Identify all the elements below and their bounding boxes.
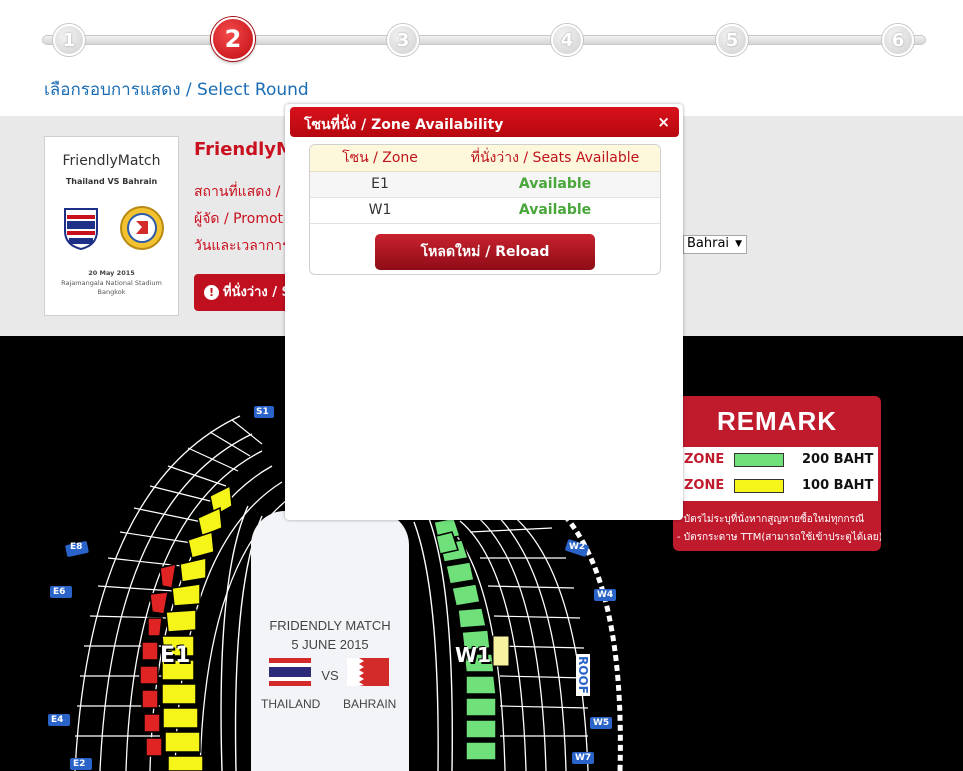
step-title: เลือกรอบการแสดง / Select Round [44,80,309,100]
zone-cell: W1 [310,197,450,224]
alert-icon: ! [204,285,219,300]
legend-price: 200 BAHT [802,452,874,467]
marker-w5: W5 [593,718,610,728]
zone-table: โซน / Zone ที่นั่งว่าง / Seats Available… [310,145,660,224]
team-left: THAILAND [261,697,321,711]
status-cell: Available [450,171,660,198]
venue-label: สถานที่แสดง / [194,184,281,200]
poster-venue-line: Bangkok [97,288,126,296]
zone-availability-modal: โซนที่นั่ง / Zone Availability × โซน / Z… [285,104,683,520]
poster-subtitle: Thailand VS Bahrain [65,177,158,186]
table-row[interactable]: W1 Available [310,197,660,224]
top-header: 1 2 3 4 5 6 เลือกรอบการแสดง / Select Rou… [0,0,963,116]
match-card: FRIDENDLY MATCH 5 JUNE 2015 VS THAILAND … [251,511,409,771]
match-date: 5 JUNE 2015 [291,637,369,652]
step-2-active[interactable]: 2 [211,17,255,61]
step-6[interactable]: 6 [882,24,914,56]
poster-title: FriendlyMatch [62,153,161,169]
thailand-crest-icon [64,208,98,251]
marker-e4: E4 [51,715,64,725]
poster-date: 20 May 2015 [88,269,135,277]
close-icon[interactable]: × [657,113,670,131]
marker-w4: W4 [597,590,614,600]
zone-e1-label[interactable]: E1 [160,643,190,668]
seats-available-button[interactable]: ! ที่นั่งว่าง / S [194,274,290,311]
poster-venue: Rajamangala National Stadium Bangkok [45,279,178,297]
table-header-row: โซน / Zone ที่นั่งว่าง / Seats Available [310,145,660,172]
step-4[interactable]: 4 [551,24,583,56]
round-select[interactable]: Bahrai ▼ [683,235,747,254]
marker-e2: E2 [73,759,86,769]
match-title: FRIDENDLY MATCH [269,618,391,633]
step-5[interactable]: 5 [716,24,748,56]
marker-s1: S1 [256,407,269,417]
seats-button-label: ที่นั่งว่าง / S [223,285,290,300]
roof-label: ROOF [576,654,590,696]
col-zone-header: โซน / Zone [310,145,450,172]
modal-header: โซนที่นั่ง / Zone Availability × [290,107,679,137]
zone-cell: E1 [310,171,450,198]
remark-note: - บัตรไม่ระบุที่นั่งหากสูญหายซื้อใหม่ทุก… [677,514,865,525]
zone-table-box: โซน / Zone ที่นั่งว่าง / Seats Available… [309,144,661,275]
bahrain-flag-icon [347,658,389,686]
remark-legend: REMARK ZONE 200 BAHT ZONE 100 BAHT - บัต… [673,396,881,551]
legend-price: 100 BAHT [802,478,874,493]
step-3[interactable]: 3 [387,24,419,56]
step-1[interactable]: 1 [53,24,85,56]
legend-zone: ZONE [684,478,725,493]
round-select-value: Bahrai [687,236,730,251]
event-poster: FriendlyMatch Thailand VS Bahrain 20 May… [44,136,179,316]
table-row[interactable]: E1 Available [310,171,660,198]
progress-track [42,35,926,45]
datetime-label: วันและเวลาการแ [194,238,299,254]
legend-row: ZONE 200 BAHT [682,447,878,473]
status-cell: Available [450,197,660,224]
poster-venue-line: Rajamangala National Stadium [61,279,162,287]
legend-swatch-yellow [734,479,784,493]
legend-row: ZONE 100 BAHT [682,473,878,499]
promoter-label: ผู้จัด / Promot [194,211,284,227]
marker-e8: E8 [70,542,83,552]
remark-title: REMARK [716,406,838,436]
legend-zone: ZONE [684,452,725,467]
team-right: BAHRAIN [343,697,397,711]
chevron-down-icon: ▼ [735,239,742,249]
marker-w2: W2 [569,542,586,552]
remark-note: - บัตรกระดาษ TTM(สามารถใช้เข้าประตูได้เล… [677,532,881,543]
zone-w1-label[interactable]: W1 [455,643,491,667]
legend-swatch-green [734,453,784,467]
bahrain-crest-icon [120,206,164,250]
marker-e6: E6 [53,587,66,597]
remark-price-table: ZONE 200 BAHT ZONE 100 BAHT [682,447,878,501]
marker-w7: W7 [575,753,592,763]
reload-button[interactable]: โหลดใหม่ / Reload [375,234,595,270]
modal-title: โซนที่นั่ง / Zone Availability [304,117,504,133]
col-seats-header: ที่นั่งว่าง / Seats Available [450,145,660,172]
